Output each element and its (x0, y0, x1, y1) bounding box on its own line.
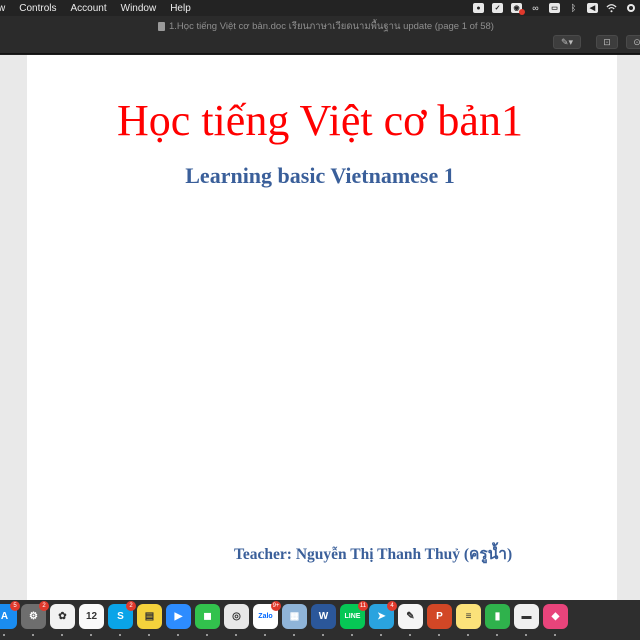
document-canvas[interactable]: Học tiếng Việt cơ bản1 Learning basic Vi… (0, 55, 640, 600)
dock-app-skype[interactable]: S2 (108, 601, 136, 636)
menu-item-help[interactable]: Help (163, 3, 198, 14)
running-indicator (119, 634, 121, 636)
dock-app-photos[interactable]: ✿ (50, 604, 75, 636)
notification-badge: 11 (358, 601, 368, 611)
dock-app-word[interactable]: W (311, 604, 336, 636)
dock-icons: A 5 ⚙ 2 ✿ 12 S 2 ▤ ▶ ◼ ◎ Zalo 9+ ▦ W LINE 11 ➤ 4 ✎ P ≡ ▮ ▬ ◆ (0, 601, 568, 636)
dock-app-system-preferences[interactable]: ⚙ 2 (21, 601, 49, 636)
cast-status-icon[interactable]: ▭ (549, 3, 560, 13)
word-icon: W (318, 611, 329, 622)
photos-icon: ✿ (58, 611, 67, 622)
zalo-icon: Zalo (258, 613, 273, 620)
running-indicator (438, 634, 440, 636)
wifi-icon[interactable] (606, 3, 617, 13)
chrome-icon: ◎ (232, 611, 241, 622)
notification-badge: 5 (10, 601, 20, 611)
powerpoint-icon: P (436, 611, 443, 622)
app-store-icon: A (0, 611, 9, 622)
cleanmymac-icon: ◆ (551, 611, 560, 622)
dock-app-numbers[interactable]: ▮ (485, 604, 510, 636)
menu-bar: w Controls Account Window Help ● ✓ ◉ ∞ ▭… (0, 0, 640, 16)
dock-app-line[interactable]: LINE 11 (340, 601, 368, 636)
running-indicator (467, 634, 469, 636)
notification-badge: 4 (387, 601, 397, 611)
menu-item-controls[interactable]: Controls (12, 3, 63, 14)
running-indicator (177, 634, 179, 636)
running-indicator (3, 634, 5, 636)
dock-app-powerpoint[interactable]: P (427, 604, 452, 636)
dock-app-facetime[interactable]: ◼ (195, 604, 220, 636)
zoom-icon: ▶ (174, 611, 183, 622)
checkmark-status-icon[interactable]: ✓ (492, 3, 503, 13)
line-icon: LINE (344, 613, 361, 620)
document-title-text: 1.Học tiếng Việt cơ bản.doc เรียนภาษาเวี… (169, 21, 494, 32)
dock-app-script-editor[interactable]: ✎ (398, 604, 423, 636)
running-indicator (496, 634, 498, 636)
preview-icon: ▦ (289, 611, 300, 622)
app-status-icon[interactable]: ● (473, 3, 484, 13)
search-button[interactable]: ⊙ (626, 35, 640, 49)
running-indicator (32, 634, 34, 636)
pen-icon: ✎▾ (560, 36, 574, 47)
teacher-credit: Teacher: Nguyễn Thị Thanh Thuỷ (ครูน้ำ) (234, 546, 513, 563)
dock-app-zoom[interactable]: ▶ (166, 604, 191, 636)
menu-item-account[interactable]: Account (63, 3, 113, 14)
notification-badge: 2 (126, 601, 136, 611)
keyboard-input-icon[interactable] (625, 3, 636, 13)
running-indicator (61, 634, 63, 636)
running-indicator (554, 634, 556, 636)
running-indicator (351, 634, 353, 636)
document-subheading: Learning basic Vietnamese 1 (185, 163, 455, 188)
dock-app-cleanmymac[interactable]: ◆ (543, 604, 568, 636)
bluetooth-icon[interactable]: ᛒ (568, 3, 579, 13)
running-indicator (206, 634, 208, 636)
dock-app-chrome[interactable]: ◎ (224, 604, 249, 636)
numbers-icon: ▮ (494, 611, 501, 622)
telegram-icon: ➤ (377, 611, 386, 622)
notes-icon: ≡ (465, 611, 472, 622)
keynote-icon: ▬ (521, 611, 532, 622)
facetime-icon: ◼ (203, 611, 212, 622)
running-indicator (525, 634, 527, 636)
document-page: Học tiếng Việt cơ bản1 Learning basic Vi… (27, 55, 617, 600)
skype-icon: S (117, 611, 124, 622)
running-indicator (380, 634, 382, 636)
menu-item-window[interactable]: Window (114, 3, 164, 14)
markup-button[interactable]: ✎▾ (553, 35, 581, 49)
document-heading: Học tiếng Việt cơ bản1 (117, 96, 523, 145)
system-preferences-icon: ⚙ (29, 611, 38, 622)
running-indicator (409, 634, 411, 636)
document-title: 1.Học tiếng Việt cơ bản.doc เรียนภาษาเวี… (158, 19, 494, 34)
stickies-icon: ▤ (144, 611, 155, 622)
running-indicator (235, 634, 237, 636)
running-indicator (322, 634, 324, 636)
dock-app-notes[interactable]: ≡ (456, 604, 481, 636)
dock-app-stickies[interactable]: ▤ (137, 604, 162, 636)
dock-app-calendar[interactable]: 12 (79, 604, 104, 636)
running-indicator (148, 634, 150, 636)
running-indicator (293, 634, 295, 636)
window-titlebar: 1.Học tiếng Việt cơ bản.doc เรียนภาษาเวี… (0, 16, 640, 54)
document-file-icon (158, 22, 165, 31)
menu-item-app[interactable]: w (0, 3, 12, 14)
sound-icon[interactable]: ◀ (587, 3, 598, 13)
notification-status-icon[interactable]: ◉ (511, 3, 525, 15)
notification-badge: 2 (39, 601, 49, 611)
status-area: ● ✓ ◉ ∞ ▭ ᛒ ◀ (473, 0, 636, 16)
calendar-icon: 12 (85, 611, 98, 622)
running-indicator (90, 634, 92, 636)
share-button[interactable]: ⊡ (596, 35, 618, 49)
script-editor-icon: ✎ (406, 611, 415, 622)
dock-app-zalo[interactable]: Zalo 9+ (253, 601, 281, 636)
lock-icon: ⊡ (603, 36, 611, 47)
dock: A 5 ⚙ 2 ✿ 12 S 2 ▤ ▶ ◼ ◎ Zalo 9+ ▦ W LINE 11 ➤ 4 ✎ P ≡ ▮ ▬ ◆ (0, 600, 640, 640)
notification-badge: 9+ (271, 601, 281, 611)
dock-app-telegram[interactable]: ➤ 4 (369, 601, 397, 636)
link-status-icon[interactable]: ∞ (530, 3, 541, 13)
dock-app-app-store[interactable]: A5 (0, 601, 20, 636)
running-indicator (264, 634, 266, 636)
dock-app-preview[interactable]: ▦ (282, 604, 307, 636)
dock-app-keynote[interactable]: ▬ (514, 604, 539, 636)
search-icon: ⊙ (633, 36, 640, 47)
